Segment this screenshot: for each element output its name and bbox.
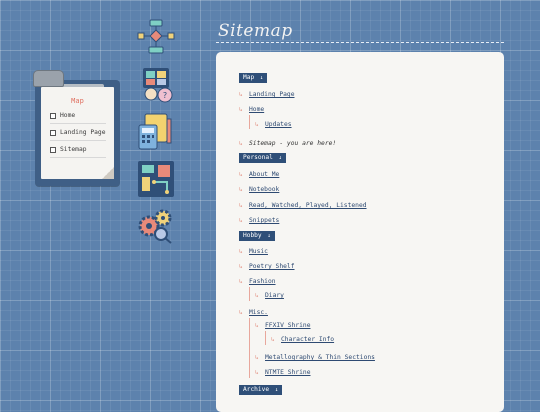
section-header-hobby[interactable]: Hobby ↓ xyxy=(239,231,275,241)
link-fashion[interactable]: Fashion xyxy=(249,278,276,285)
gears-icon[interactable] xyxy=(137,206,175,244)
checkbox-icon xyxy=(50,112,56,119)
clipboard-item-landing-page[interactable]: Landing Page xyxy=(50,129,106,136)
divider xyxy=(50,123,106,124)
branch-icon: ↳ xyxy=(255,322,259,329)
clipboard-item-label: Home xyxy=(60,112,76,119)
link-home[interactable]: Home xyxy=(249,106,264,113)
branch-icon: ↳ xyxy=(239,140,243,147)
clipboard-clip xyxy=(33,70,64,87)
link-character-info[interactable]: Character Info xyxy=(281,336,334,343)
section-header-personal[interactable]: Personal ↓ xyxy=(239,153,286,163)
clipboard-item-home[interactable]: Home xyxy=(50,112,75,119)
branch-icon: ↳ xyxy=(239,217,243,224)
link-ffxiv-shrine[interactable]: FFXIV Shrine xyxy=(265,322,311,329)
link-ntmte-shrine[interactable]: NTMTE Shrine xyxy=(265,369,311,376)
link-media-log[interactable]: Read, Watched, Played, Listened xyxy=(249,202,367,209)
arrow-down-icon: ↓ xyxy=(274,387,279,393)
tree-line xyxy=(265,331,266,345)
section-header-archive[interactable]: Archive ↓ xyxy=(239,385,283,395)
section-label: Personal xyxy=(243,154,273,161)
branch-icon: ↳ xyxy=(239,91,243,98)
tree-line xyxy=(249,115,250,129)
circuit-board-icon[interactable] xyxy=(137,160,175,198)
link-landing-page[interactable]: Landing Page xyxy=(249,91,295,98)
branch-icon: ↳ xyxy=(255,292,259,299)
tree-line xyxy=(249,318,250,378)
branch-icon: ↳ xyxy=(255,369,259,376)
branch-icon: ↳ xyxy=(239,171,243,178)
link-about-me[interactable]: About Me xyxy=(249,171,279,178)
branch-icon: ↳ xyxy=(239,263,243,270)
arrow-down-icon: ↓ xyxy=(259,75,264,81)
branch-icon: ↳ xyxy=(255,121,259,128)
flowchart-icon[interactable] xyxy=(137,18,175,56)
branch-icon: ↳ xyxy=(255,354,259,361)
branch-icon: ↳ xyxy=(239,248,243,255)
link-misc[interactable]: Misc. xyxy=(249,309,268,316)
link-metallography[interactable]: Metallography & Thin Sections xyxy=(265,354,375,361)
clipboard-item-label: Sitemap xyxy=(60,146,87,153)
page-title: Sitemap xyxy=(218,21,293,41)
link-snippets[interactable]: Snippets xyxy=(249,217,279,224)
link-music[interactable]: Music xyxy=(249,248,268,255)
clipboard-title: Map xyxy=(71,97,84,105)
tree-line xyxy=(249,287,250,301)
paper-fold xyxy=(102,167,114,179)
clipboard-item-label: Landing Page xyxy=(60,129,106,136)
current-page-label: Sitemap - you are here! xyxy=(249,140,337,147)
link-notebook[interactable]: Notebook xyxy=(249,186,279,193)
arrow-down-icon: ↓ xyxy=(267,233,271,239)
link-poetry-shelf[interactable]: Poetry Shelf xyxy=(249,263,295,270)
clipboard-paper: Map Home Landing Page Sitemap xyxy=(41,87,114,179)
branch-icon: ↳ xyxy=(239,309,243,316)
branch-icon: ↳ xyxy=(239,106,243,113)
branch-icon: ↳ xyxy=(239,202,243,209)
divider xyxy=(50,157,106,158)
checkbox-icon xyxy=(50,146,56,153)
section-label: Map xyxy=(243,74,255,81)
arrow-down-icon: ↓ xyxy=(278,155,282,161)
calculator-icon[interactable] xyxy=(137,113,175,151)
link-updates[interactable]: Updates xyxy=(265,121,292,128)
branch-icon: ↳ xyxy=(271,336,275,343)
section-label: Archive xyxy=(243,386,270,393)
svg-text:?: ? xyxy=(163,91,167,100)
checkbox-icon xyxy=(50,129,56,136)
profile-icon[interactable]: ? xyxy=(137,66,175,104)
clipboard-item-sitemap[interactable]: Sitemap xyxy=(50,146,87,153)
link-diary[interactable]: Diary xyxy=(265,292,284,299)
divider xyxy=(50,140,106,141)
title-divider xyxy=(216,42,504,43)
branch-icon: ↳ xyxy=(239,186,243,193)
branch-icon: ↳ xyxy=(239,278,243,285)
section-header-map[interactable]: Map ↓ xyxy=(239,73,268,83)
section-label: Hobby xyxy=(243,232,262,239)
